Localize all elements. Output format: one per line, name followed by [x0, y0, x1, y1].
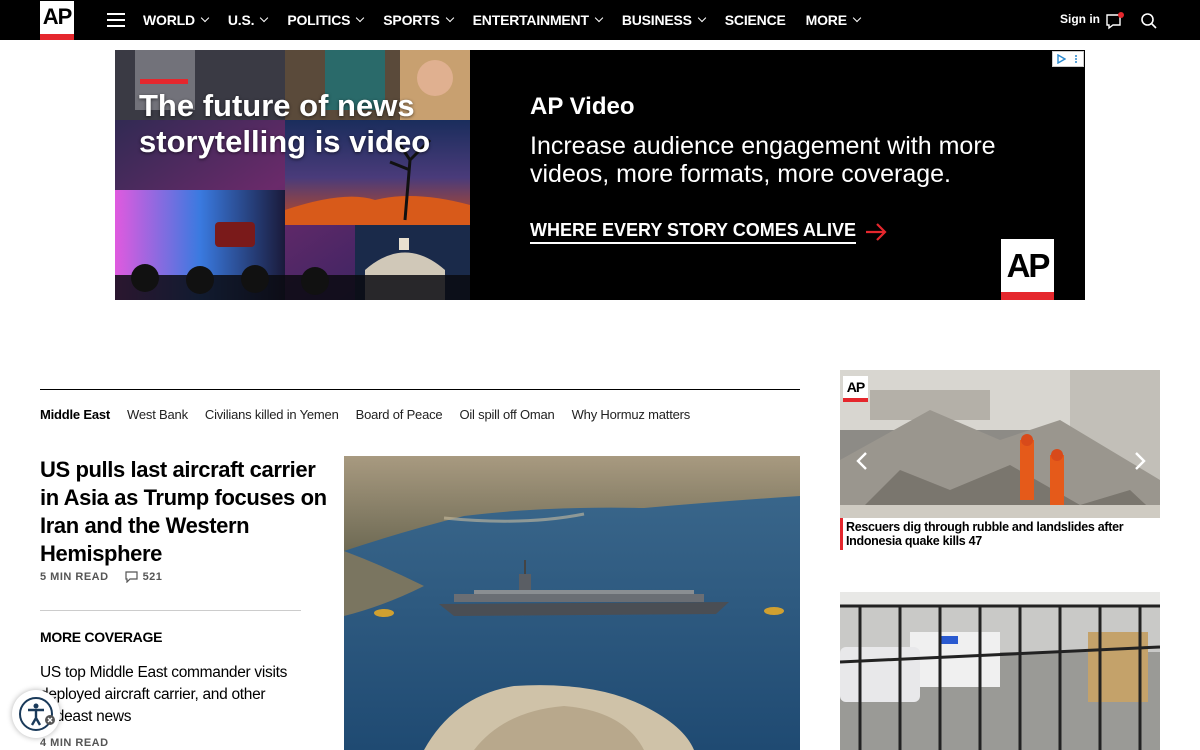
featured-photo-card[interactable]: AP Rescuers dig through rubble and lands…: [840, 370, 1160, 550]
chevron-right-icon[interactable]: [1128, 450, 1150, 472]
more-coverage-label: MORE COVERAGE: [40, 629, 163, 645]
chevron-down-icon: [200, 13, 210, 23]
read-time: 5 MIN READ: [40, 571, 109, 583]
topic-link[interactable]: Why Hormuz matters: [572, 407, 691, 422]
comment-icon: [124, 571, 138, 583]
photo-caption[interactable]: Rescuers dig through rubble and landslid…: [840, 518, 1160, 550]
chevron-down-icon: [356, 13, 365, 23]
ap-bug-logo: AP: [843, 376, 868, 402]
section-nav: WORLD U.S. POLITICS SPORTS ENTERTAINMENT…: [143, 0, 880, 40]
nav-item-entertainment[interactable]: ENTERTAINMENT: [473, 12, 604, 28]
chevron-down-icon: [697, 13, 707, 23]
divider: [40, 610, 301, 611]
ad-close-icon[interactable]: [1068, 52, 1083, 66]
related-headline[interactable]: US top Middle East commander visits depl…: [40, 662, 300, 728]
ad-title: AP Video: [530, 93, 635, 120]
top-navigation: AP WORLD U.S. POLITICS SPORTS ENTERTAINM…: [0, 0, 1200, 40]
ad-cta-link[interactable]: WHERE EVERY STORY COMES ALIVE: [530, 220, 888, 244]
nav-item-science[interactable]: SCIENCE: [725, 12, 786, 28]
messages-icon[interactable]: [1105, 12, 1125, 30]
chevron-left-icon[interactable]: [852, 450, 874, 472]
ad-accent-bar: [140, 79, 188, 84]
nav-item-us[interactable]: U.S.: [228, 12, 269, 28]
ad-cta-label: WHERE EVERY STORY COMES ALIVE: [530, 220, 857, 244]
comments-link[interactable]: 521: [124, 571, 163, 583]
topic-bar: Middle East West Bank Civilians killed i…: [40, 407, 707, 422]
topic-link[interactable]: Middle East: [40, 407, 110, 422]
chevron-down-icon: [852, 13, 862, 23]
accessibility-button[interactable]: [12, 690, 60, 738]
lead-meta: 5 MIN READ 521: [40, 571, 162, 583]
search-icon[interactable]: [1140, 12, 1158, 30]
ad-body-text: Increase audience engagement with more v…: [530, 132, 996, 188]
topic-link[interactable]: Oil spill off Oman: [459, 407, 554, 422]
lead-headline[interactable]: US pulls last aircraft carrier in Asia a…: [40, 456, 330, 568]
adchoices-play-icon: [1053, 52, 1068, 66]
comment-count: 521: [142, 571, 163, 583]
ap-logo[interactable]: AP: [40, 1, 74, 40]
arrow-right-icon: [866, 223, 887, 241]
topic-link[interactable]: Civilians killed in Yemen: [205, 407, 339, 422]
nav-item-more[interactable]: MORE: [806, 12, 862, 28]
nav-item-world[interactable]: WORLD: [143, 12, 210, 28]
accessibility-icon: [19, 697, 55, 731]
nav-item-politics[interactable]: POLITICS: [287, 12, 365, 28]
topic-link[interactable]: Board of Peace: [356, 407, 443, 422]
ap-video-ad[interactable]: The future of news storytelling is video…: [115, 50, 1085, 300]
chevron-down-icon: [445, 13, 454, 23]
adchoices-icon[interactable]: [1052, 51, 1084, 67]
topic-link[interactable]: West Bank: [127, 407, 188, 422]
secondary-photo-card[interactable]: [840, 592, 1160, 750]
ad-headline: The future of news storytelling is video: [139, 88, 431, 159]
ap-logo-text: AP: [42, 4, 73, 29]
ad-ap-logo: AP: [1001, 239, 1054, 300]
section-divider: [40, 389, 800, 390]
chevron-down-icon: [260, 13, 269, 23]
sign-in-link[interactable]: Sign in: [1060, 12, 1100, 26]
nav-item-business[interactable]: BUSINESS: [622, 12, 707, 28]
chevron-down-icon: [594, 13, 604, 23]
lead-photo[interactable]: [344, 456, 800, 750]
nav-item-sports[interactable]: SPORTS: [383, 12, 454, 28]
menu-icon[interactable]: [107, 13, 125, 27]
related-read-time: 4 MIN READ: [40, 737, 109, 749]
